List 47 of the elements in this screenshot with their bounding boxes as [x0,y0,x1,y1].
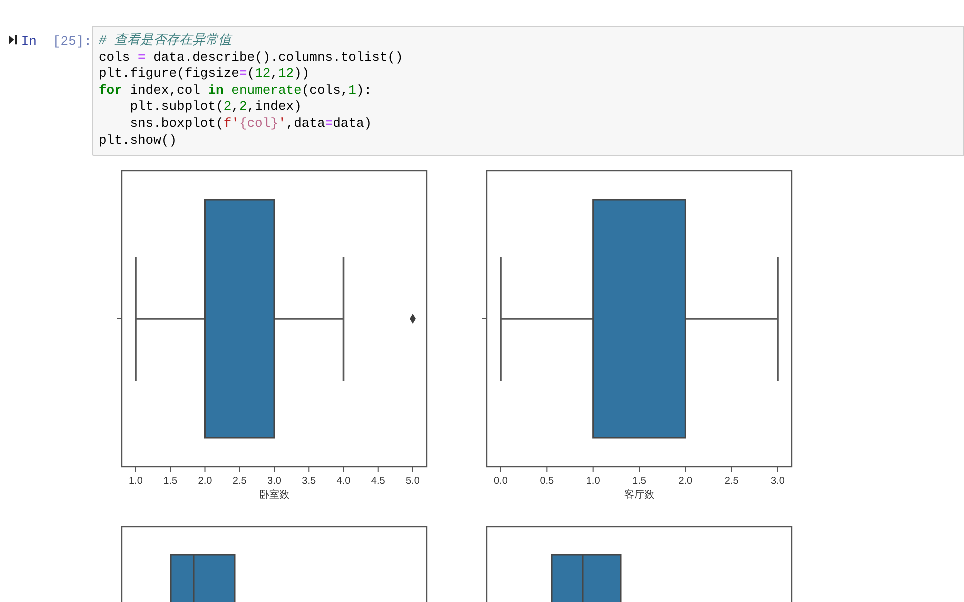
y-axis-tick [116,318,122,320]
x-axis-tick [685,466,686,472]
x-tick-label: 2.0 [198,476,212,487]
x-axis-label: 卧室数 [260,490,290,501]
code-line: for index,col in enumerate(cols,1): [99,82,374,100]
code-line: plt.figure(figsize=(12,12)) [99,66,311,83]
x-axis-tick [412,466,414,472]
x-axis-tick [343,466,344,472]
x-axis-label: 客厅数 [624,490,654,501]
code-line: plt.subplot(2,2,index) [129,99,303,116]
x-axis-tick [546,466,548,472]
x-axis-tick [308,466,310,472]
x-axis-tick [378,466,379,472]
x-tick-label: 5.0 [406,476,420,487]
x-axis-tick [592,466,594,472]
x-tick-label: 4.0 [336,476,351,487]
code-line: sns.boxplot(f'{col}',data=data) [129,116,374,133]
code-line: # 查看是否存在异常值 [99,33,234,50]
y-axis-tick [482,318,488,320]
x-tick-label: 1.0 [586,476,600,487]
x-tick-label: 3.0 [268,476,282,487]
x-tick-label: 1.5 [632,476,646,487]
x-tick-label: 3.5 [302,476,316,487]
x-tick-label: 1.0 [129,476,143,487]
x-tick-label: 2.5 [232,476,247,487]
run-step-icon[interactable] [9,34,18,46]
x-axis-tick [500,466,502,472]
x-tick-label: 2.0 [678,476,693,487]
x-tick-label: 0.0 [494,476,508,487]
prompt-label: In [21,33,37,51]
x-tick-label: 0.5 [540,476,554,487]
x-axis-tick [170,466,172,472]
x-tick-label: 1.5 [164,476,178,487]
code-line: plt.show() [99,132,178,150]
x-tick-label: 2.5 [724,476,739,487]
x-axis-tick [239,466,240,472]
code-line: cols = data.describe().columns.tolist() [99,50,404,66]
code-cell[interactable]: # 查看是否存在异常值 cols = data.describe().columns.tolist() plt.figure(figsize=(12,12)) for index,col in enumerate(cols,1): plt.subplot(2,2,index) sns.boxplot(f'{col}',data=data) plt.show() [92,26,964,156]
box-plot-drawing [551,554,622,602]
x-tick-label: 3.0 [771,476,785,487]
box-plot-drawing [170,554,236,602]
x-axis-tick [731,466,732,472]
x-axis-tick [204,466,206,472]
x-axis-tick [274,466,275,472]
x-axis-tick [639,466,640,472]
execution-count: [25]: [52,33,92,51]
x-tick-label: 4.5 [371,476,386,487]
